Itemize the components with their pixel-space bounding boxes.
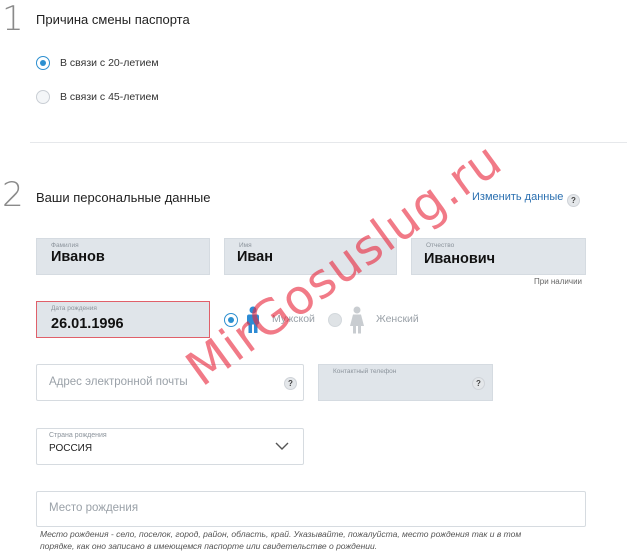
select-value: РОССИЯ <box>49 443 93 454</box>
email-placeholder: Адрес электронной почты <box>49 376 188 388</box>
radio-button[interactable] <box>328 313 342 327</box>
email-input[interactable]: Адрес электронной почты ? <box>36 364 304 401</box>
section-title-personal: Ваши персональные данные <box>36 190 211 205</box>
gender-female-label: Женский <box>376 313 419 325</box>
field-value: Иванов <box>51 249 105 265</box>
radio-label: В связи с 20-летием <box>60 57 159 69</box>
help-icon[interactable]: ? <box>472 377 485 390</box>
field-label: Страна рождения <box>49 432 107 439</box>
female-person-icon <box>350 306 364 334</box>
radio-option-20[interactable]: В связи с 20-летием <box>36 56 216 72</box>
field-value: 26.01.1996 <box>51 316 124 332</box>
birth-place-placeholder: Место рождения <box>49 502 139 514</box>
phone-field[interactable]: Контактный телефон ? <box>318 364 493 401</box>
step-number-2: 2 <box>2 175 24 215</box>
patronymic-note: При наличии <box>534 277 582 286</box>
chevron-down-icon <box>275 442 289 450</box>
help-icon[interactable]: ? <box>284 377 297 390</box>
birth-country-select[interactable]: Страна рождения РОССИЯ <box>36 428 304 465</box>
field-label: Фамилия <box>51 242 79 249</box>
radio-label: В связи с 45-летием <box>60 91 159 103</box>
field-label: Имя <box>239 242 252 249</box>
radio-option-45[interactable]: В связи с 45-летием <box>36 90 216 106</box>
step-number-1: 1 <box>2 0 24 39</box>
gender-female-option[interactable]: Женский <box>328 306 428 334</box>
field-value: Иванович <box>424 251 496 267</box>
patronymic-field[interactable]: Отчество Иванович <box>411 238 586 275</box>
birth-place-input[interactable]: Место рождения <box>36 491 586 527</box>
last-name-field[interactable]: Фамилия Иванов <box>36 238 210 275</box>
section-title-reason: Причина смены паспорта <box>36 12 190 27</box>
field-label: Дата рождения <box>51 305 97 312</box>
field-label: Отчество <box>426 242 455 249</box>
help-icon[interactable]: ? <box>567 194 580 207</box>
birth-date-field[interactable]: Дата рождения 26.01.1996 <box>36 301 210 338</box>
field-label: Контактный телефон <box>333 368 397 375</box>
radio-button-checked[interactable] <box>36 56 50 70</box>
birth-place-hint: Место рождения - село, поселок, город, р… <box>40 529 522 551</box>
field-value: Иван <box>237 249 273 265</box>
radio-button[interactable] <box>36 90 50 104</box>
section-divider <box>30 142 627 143</box>
